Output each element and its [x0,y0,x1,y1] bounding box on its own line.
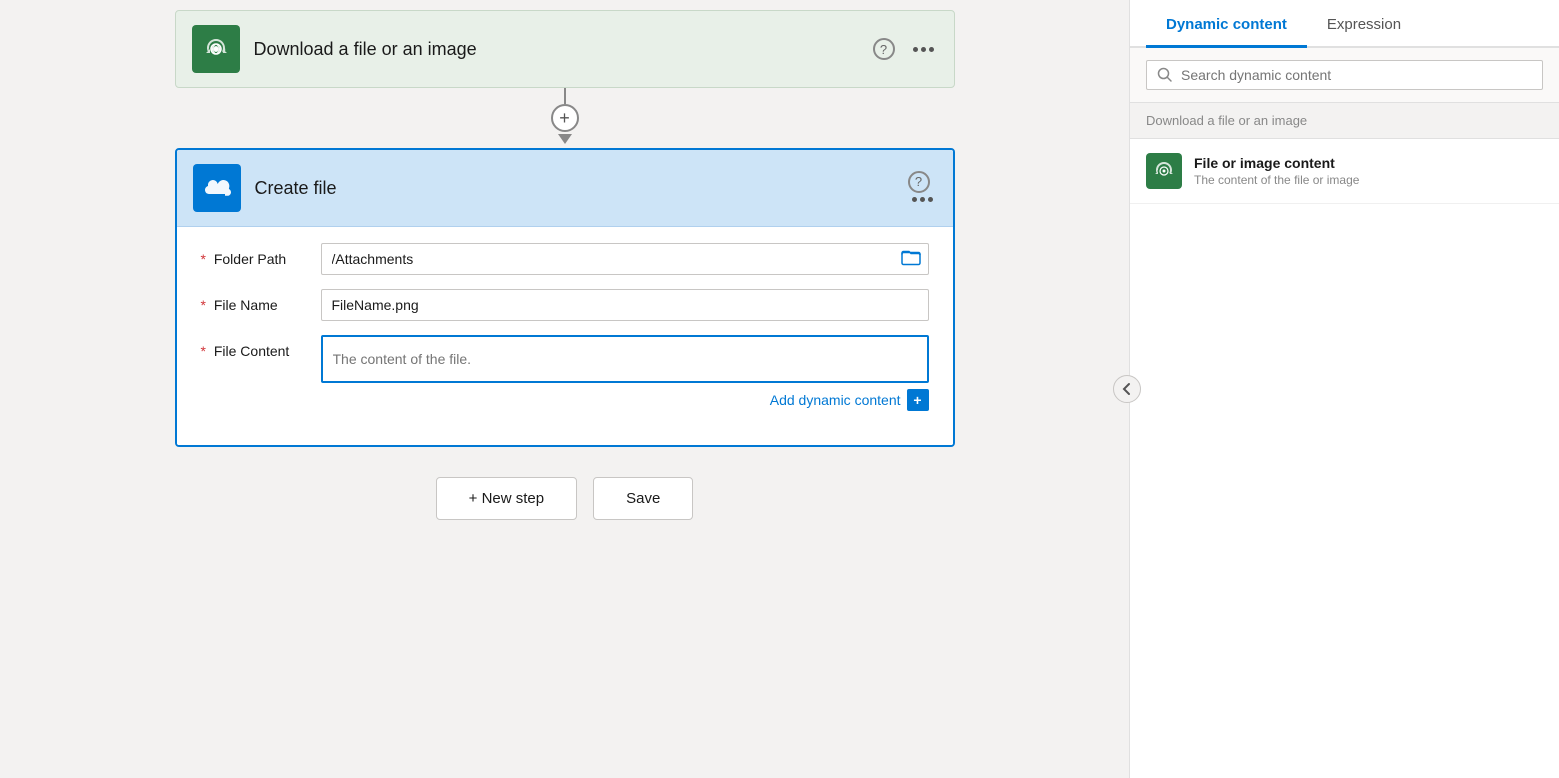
connector-line-top [564,88,566,104]
file-name-input[interactable] [321,289,929,321]
file-name-row: * File Name [201,289,929,321]
top-step-card: Download a file or an image ? [175,10,955,88]
add-dynamic-plus-icon: + [907,389,929,411]
bottom-actions: + New step Save [436,477,694,520]
panel-collapse-button[interactable] [1113,375,1141,403]
top-help-icon[interactable]: ? [873,38,895,60]
folder-path-required: * [201,251,206,267]
top-step-title: Download a file or an image [254,39,873,60]
file-content-input[interactable] [321,335,929,383]
step-connector: + [551,88,579,148]
folder-browse-icon[interactable] [901,248,921,271]
create-card-actions: ? [908,171,937,206]
dynamic-item-file-content[interactable]: File or image content The content of the… [1130,139,1559,204]
top-card-actions: ? [873,38,938,60]
file-content-label: * File Content [201,335,321,359]
create-file-card: Create file ? * Folder Path [175,148,955,447]
folder-path-input[interactable] [321,243,929,275]
tab-expression[interactable]: Expression [1307,0,1421,48]
dynamic-item-icon [1146,153,1182,189]
file-name-required: * [201,297,206,313]
add-dynamic-button[interactable]: Add dynamic content + [770,389,929,411]
search-wrapper [1146,60,1543,90]
tab-dynamic-content[interactable]: Dynamic content [1146,0,1307,48]
new-step-button[interactable]: + New step [436,477,577,520]
folder-path-row: * Folder Path [201,243,929,275]
file-content-row: * File Content Add dynamic content + [201,335,929,411]
save-button[interactable]: Save [593,477,693,520]
right-panel-container: Dynamic content Expression Download a fi… [1129,0,1559,778]
panel-section-header: Download a file or an image [1130,103,1559,139]
create-more-icon[interactable] [908,193,937,206]
folder-path-label: * Folder Path [201,243,321,267]
create-help-icon[interactable]: ? [908,171,930,193]
top-step-icon [192,25,240,73]
dynamic-content-row: Add dynamic content + [321,389,929,411]
dynamic-item-text: File or image content The content of the… [1194,155,1359,187]
create-file-icon [193,164,241,212]
panel-search-area [1130,48,1559,103]
top-more-icon[interactable] [909,43,938,56]
file-name-wrapper [321,289,929,321]
add-dynamic-label: Add dynamic content [770,392,901,408]
file-content-required: * [201,343,206,359]
folder-path-wrapper [321,243,929,275]
create-file-title: Create file [255,178,908,199]
dynamic-item-description: The content of the file or image [1194,173,1359,187]
add-step-button[interactable]: + [551,104,579,132]
right-panel: Dynamic content Expression Download a fi… [1129,0,1559,778]
panel-tabs: Dynamic content Expression [1130,0,1559,48]
search-input[interactable] [1181,67,1532,83]
file-content-wrapper: Add dynamic content + [321,335,929,411]
create-file-body: * Folder Path * File Na [177,227,953,445]
search-icon [1157,67,1173,83]
file-name-label: * File Name [201,289,321,313]
connector-arrow [558,134,572,144]
dynamic-item-title: File or image content [1194,155,1359,171]
create-file-header: Create file ? [177,150,953,227]
